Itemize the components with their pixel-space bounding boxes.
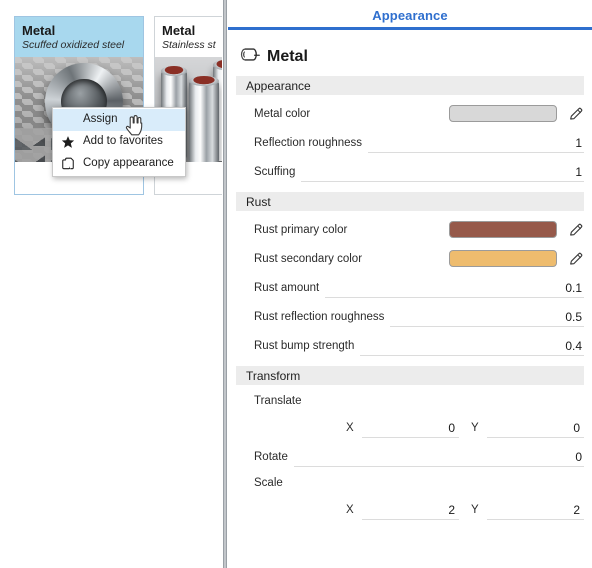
menu-item-assign[interactable]: Assign	[53, 109, 185, 131]
row-value: 1	[575, 135, 582, 150]
pencil-icon[interactable]	[568, 251, 584, 267]
cylinder-cap	[161, 66, 187, 76]
row-value: 0.1	[565, 280, 582, 295]
copy-icon	[59, 156, 77, 172]
row-value: 0	[575, 449, 582, 464]
row-translate-xy: X 0 Y 0	[236, 413, 584, 442]
reflection-roughness-input[interactable]: 1	[368, 133, 584, 153]
tab-bar: Appearance	[228, 0, 592, 30]
axis-label-x: X	[346, 421, 354, 434]
row-value: 0.5	[565, 309, 582, 324]
axis-label-y: Y	[471, 421, 479, 434]
row-rust-secondary-color: Rust secondary color	[236, 244, 584, 273]
menu-item-label: Assign	[83, 113, 118, 126]
axis-label-y: Y	[471, 503, 479, 516]
row-rust-amount: Rust amount 0.1	[236, 273, 584, 302]
section-header-appearance: Appearance	[236, 76, 584, 95]
row-value: 0	[573, 420, 580, 435]
appearance-card-title: Metal	[22, 23, 56, 38]
appearance-card-subtitle: Stainless st	[162, 39, 216, 51]
appearance-card-title: Metal	[162, 23, 196, 38]
translate-label: Translate	[254, 395, 302, 407]
row-label: Scuffing	[254, 165, 296, 178]
menu-item-label: Add to favorites	[83, 135, 163, 148]
scale-y-group: Y 2	[471, 500, 584, 520]
section-appearance: Appearance Metal color Reflection roughn…	[228, 76, 592, 188]
row-label: Rotate	[254, 450, 288, 463]
section-header-transform: Transform	[236, 366, 584, 385]
appearance-editor-window: Metal Scuffed oxidized steel Metal Stain…	[0, 0, 592, 568]
row-label: Rust amount	[254, 281, 320, 294]
row-reflection-roughness: Reflection roughness 1	[236, 128, 584, 157]
row-value: 0.4	[565, 338, 582, 353]
row-label: Rust bump strength	[254, 339, 355, 352]
section-transform: Transform Translate X 0 Y 0 Rotate 0 Sca…	[228, 366, 592, 526]
row-rust-bump-strength: Rust bump strength 0.4	[236, 331, 584, 360]
metal-cylinder-object	[189, 76, 219, 162]
rust-bump-strength-input[interactable]: 0.4	[360, 336, 584, 356]
cylinder-material-icon	[240, 47, 260, 67]
rust-amount-input[interactable]: 0.1	[325, 278, 584, 298]
section-body-appearance: Metal color Reflection roughness 1 Scuff…	[228, 95, 592, 188]
translate-y-group: Y 0	[471, 418, 584, 438]
menu-item-label: Copy appearance	[83, 157, 174, 170]
row-metal-color: Metal color	[236, 99, 584, 128]
row-scale-xy: X 2 Y 2	[236, 495, 584, 524]
axis-label-x: X	[346, 503, 354, 516]
scale-y-input[interactable]: 2	[487, 500, 584, 520]
row-scuffing: Scuffing 1	[236, 157, 584, 186]
appearance-properties-panel: Appearance Metal Appearance Metal color	[228, 0, 592, 568]
star-icon	[59, 134, 77, 150]
translate-x-input[interactable]: 0	[362, 418, 459, 438]
panel-title-text: Metal	[267, 48, 308, 65]
scale-x-input[interactable]: 2	[362, 500, 459, 520]
translate-x-group: X 0	[346, 418, 459, 438]
row-rotate: Rotate 0	[236, 442, 584, 471]
translate-y-input[interactable]: 0	[487, 418, 584, 438]
appearance-context-menu: Assign Add to favorites Copy appearance	[52, 107, 186, 177]
menu-item-add-to-favorites[interactable]: Add to favorites	[53, 131, 185, 153]
rust-primary-color-swatch[interactable]	[449, 221, 557, 238]
cylinder-cap	[189, 76, 219, 86]
appearance-card-header: Metal Scuffed oxidized steel	[15, 17, 143, 57]
appearance-card-subtitle: Scuffed oxidized steel	[22, 39, 125, 51]
row-label: Reflection roughness	[254, 136, 363, 149]
rotate-input[interactable]: 0	[293, 447, 584, 467]
row-value: 2	[573, 502, 580, 517]
scale-label: Scale	[254, 477, 283, 489]
row-value: 1	[575, 164, 582, 179]
rust-reflection-roughness-input[interactable]: 0.5	[390, 307, 584, 327]
rust-secondary-color-swatch[interactable]	[449, 250, 557, 267]
assign-icon-placeholder	[59, 112, 77, 128]
appearance-card-header: Metal Stainless st	[155, 17, 222, 57]
section-rust: Rust Rust primary color Rust secondary c…	[228, 192, 592, 362]
row-rust-primary-color: Rust primary color	[236, 215, 584, 244]
scuffing-input[interactable]: 1	[301, 162, 584, 182]
tab-appearance[interactable]: Appearance	[372, 0, 447, 23]
row-label: Rust secondary color	[254, 252, 363, 265]
appearance-library-panel: Metal Scuffed oxidized steel Metal Stain…	[0, 0, 222, 568]
section-header-rust: Rust	[236, 192, 584, 211]
row-value: 2	[448, 502, 455, 517]
metal-color-swatch[interactable]	[449, 105, 557, 122]
row-label: Rust primary color	[254, 223, 348, 236]
panel-title: Metal	[228, 30, 592, 72]
row-value: 0	[448, 420, 455, 435]
row-rust-reflection-roughness: Rust reflection roughness 0.5	[236, 302, 584, 331]
section-body-transform: Translate X 0 Y 0 Rotate 0 Scale X 2 Y 2	[228, 385, 592, 526]
pencil-icon[interactable]	[568, 106, 584, 122]
row-label: Rust reflection roughness	[254, 310, 385, 323]
section-body-rust: Rust primary color Rust secondary color	[228, 211, 592, 362]
cylinder-cap	[213, 60, 222, 70]
pencil-icon[interactable]	[568, 222, 584, 238]
scale-x-group: X 2	[346, 500, 459, 520]
menu-item-copy-appearance[interactable]: Copy appearance	[53, 153, 185, 175]
row-label: Metal color	[254, 107, 311, 120]
